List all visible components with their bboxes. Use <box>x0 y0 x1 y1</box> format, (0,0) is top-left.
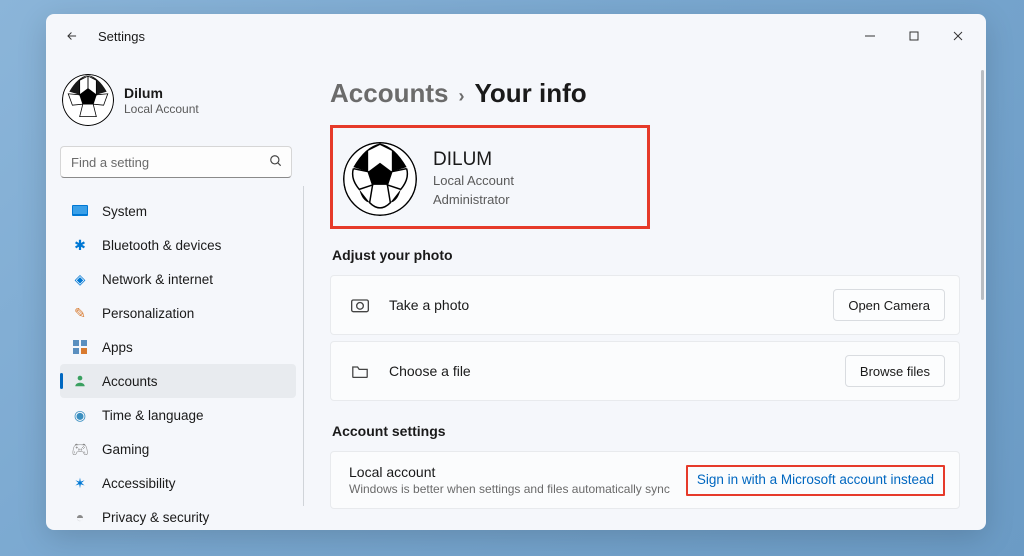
brush-icon: ✎ <box>70 305 90 322</box>
settings-window: Settings <box>46 14 986 530</box>
nav-label: Network & internet <box>102 272 213 287</box>
back-button[interactable] <box>58 22 86 50</box>
nav-label: System <box>102 204 147 219</box>
sidebar-item-accounts[interactable]: Accounts <box>60 364 296 398</box>
person-icon <box>70 374 90 388</box>
sidebar-item-apps[interactable]: Apps <box>60 330 296 364</box>
local-account-label: Local account <box>349 464 670 480</box>
local-account-sub: Windows is better when settings and file… <box>349 482 670 496</box>
nav-label: Bluetooth & devices <box>102 238 221 253</box>
scrollbar-thumb[interactable] <box>981 70 984 300</box>
camera-icon <box>349 296 371 314</box>
sidebar-item-accessibility[interactable]: ✶ Accessibility <box>60 466 296 500</box>
nav-label: Accessibility <box>102 476 176 491</box>
profile-name: Dilum <box>124 85 199 101</box>
nav: System ✱ Bluetooth & devices ◈ Network & i… <box>60 194 296 530</box>
accessibility-icon: ✶ <box>70 475 90 492</box>
sign-in-microsoft-link[interactable]: Sign in with a Microsoft account instead <box>697 472 934 487</box>
link-highlight-box: Sign in with a Microsoft account instead <box>686 465 945 496</box>
search-input[interactable] <box>60 146 292 178</box>
breadcrumb-parent[interactable]: Accounts <box>330 78 448 109</box>
section-title-photo: Adjust your photo <box>332 247 974 263</box>
sidebar-item-personalization[interactable]: ✎ Personalization <box>60 296 296 330</box>
take-photo-card: Take a photo Open Camera <box>330 275 960 335</box>
nav-label: Time & language <box>102 408 204 423</box>
search-icon <box>269 154 283 171</box>
globe-icon: ◉ <box>70 407 90 424</box>
system-icon <box>70 205 90 217</box>
choose-file-label: Choose a file <box>389 363 471 379</box>
breadcrumb-current: Your info <box>474 78 586 109</box>
window-controls <box>848 21 980 51</box>
nav-label: Personalization <box>102 306 194 321</box>
wifi-icon: ◈ <box>70 271 90 288</box>
nav-label: Privacy & security <box>102 510 209 525</box>
gamepad-icon: 🎮︎ <box>70 441 90 458</box>
window-title: Settings <box>98 29 145 44</box>
bluetooth-icon: ✱ <box>70 237 90 254</box>
apps-icon <box>70 340 90 354</box>
browse-files-button[interactable]: Browse files <box>845 355 945 387</box>
sidebar-item-network[interactable]: ◈ Network & internet <box>60 262 296 296</box>
section-title-account: Account settings <box>332 423 974 439</box>
nav-label: Gaming <box>102 442 149 457</box>
shield-icon: ◓ <box>70 509 90 525</box>
sidebar-item-time[interactable]: ◉ Time & language <box>60 398 296 432</box>
titlebar: Settings <box>46 14 986 58</box>
sidebar-profile[interactable]: Dilum Local Account <box>60 74 296 140</box>
avatar-icon <box>343 142 417 216</box>
nav-label: Apps <box>102 340 133 355</box>
chevron-right-icon: › <box>458 86 464 107</box>
user-info-card: DILUM Local Account Administrator <box>330 125 650 229</box>
avatar-icon <box>62 74 114 126</box>
content-area[interactable]: Accounts › Your info DILUM <box>304 58 986 530</box>
sidebar-item-privacy[interactable]: ◓ Privacy & security <box>60 500 296 530</box>
user-account-type: Local Account <box>433 172 514 190</box>
local-account-card: Local account Windows is better when set… <box>330 451 960 509</box>
sidebar-item-gaming[interactable]: 🎮︎ Gaming <box>60 432 296 466</box>
user-display-name: DILUM <box>433 149 514 171</box>
minimize-button[interactable] <box>848 21 892 51</box>
take-photo-label: Take a photo <box>389 297 469 313</box>
open-camera-button[interactable]: Open Camera <box>833 289 945 321</box>
choose-file-card: Choose a file Browse files <box>330 341 960 401</box>
sidebar-item-bluetooth[interactable]: ✱ Bluetooth & devices <box>60 228 296 262</box>
maximize-button[interactable] <box>892 21 936 51</box>
folder-icon <box>349 363 371 379</box>
sidebar-item-system[interactable]: System <box>60 194 296 228</box>
sidebar: Dilum Local Account System ✱ Bluetooth & … <box>46 58 304 530</box>
user-role: Administrator <box>433 191 514 209</box>
close-button[interactable] <box>936 21 980 51</box>
nav-label: Accounts <box>102 374 158 389</box>
profile-type: Local Account <box>124 102 199 116</box>
breadcrumb: Accounts › Your info <box>330 78 974 109</box>
